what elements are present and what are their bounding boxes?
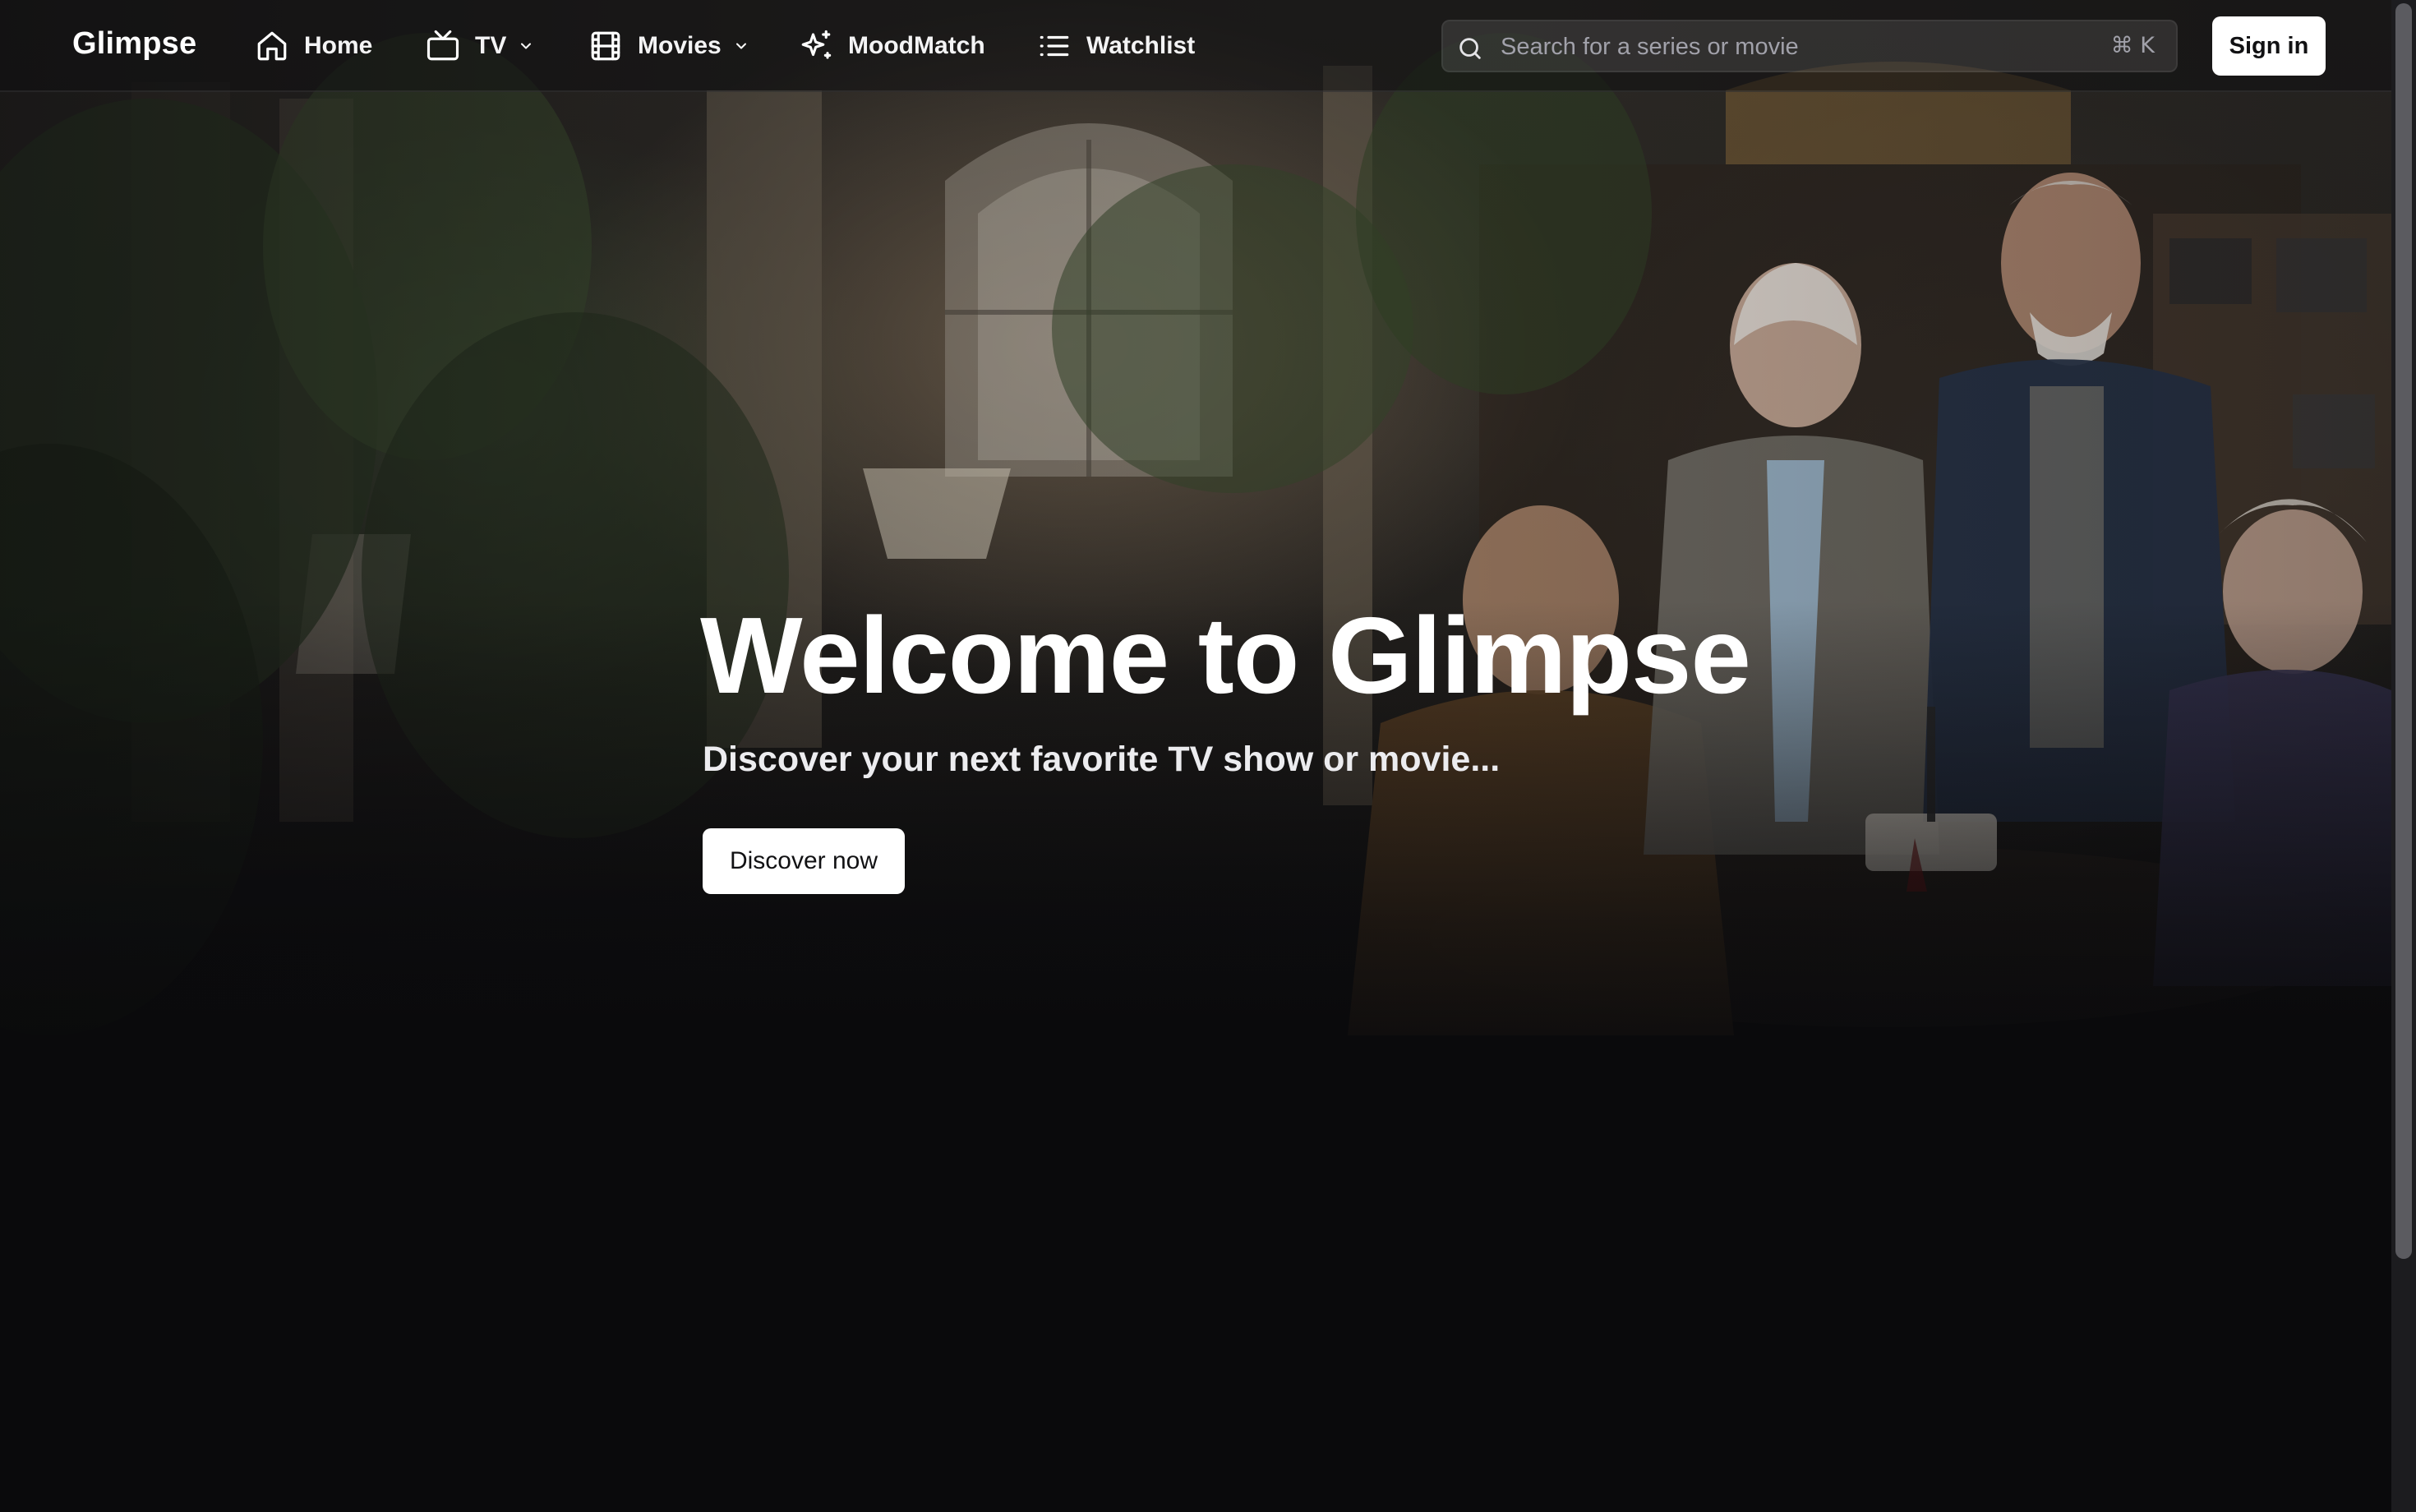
brand-logo[interactable]: Glimpse bbox=[72, 26, 196, 62]
keyboard-shortcut-hint: ⌘ K bbox=[2110, 33, 2155, 58]
page: Glimpse Home TV Movies MoodMatch Watchli… bbox=[0, 0, 2416, 1512]
nav-item-home[interactable]: Home bbox=[255, 25, 372, 67]
nav-item-label: TV bbox=[475, 32, 507, 59]
hero-subtitle: Discover your next favorite TV show or m… bbox=[703, 740, 1501, 779]
discover-now-button[interactable]: Discover now bbox=[703, 828, 905, 894]
list-icon bbox=[1040, 35, 1069, 57]
search-input[interactable] bbox=[1499, 28, 2061, 66]
film-icon bbox=[591, 31, 620, 61]
tv-icon bbox=[426, 30, 459, 61]
nav-item-movies[interactable]: Movies bbox=[588, 25, 749, 67]
nav-item-tv[interactable]: TV bbox=[426, 25, 534, 67]
search-bar[interactable]: ⌘ K bbox=[1441, 20, 2178, 72]
hero-title: Welcome to Glimpse bbox=[700, 595, 1751, 716]
sign-in-button[interactable]: Sign in bbox=[2212, 16, 2326, 76]
nav-item-label: MoodMatch bbox=[848, 32, 985, 59]
hero-backdrop-image bbox=[0, 0, 2391, 1093]
nav-item-moodmatch[interactable]: MoodMatch bbox=[799, 25, 985, 67]
scrollbar-thumb[interactable] bbox=[2395, 3, 2412, 1259]
hero-gradient-overlay bbox=[0, 0, 2391, 1093]
chevron-down-icon bbox=[521, 43, 532, 49]
nav-item-watchlist[interactable]: Watchlist bbox=[1037, 25, 1195, 67]
search-icon bbox=[1459, 38, 1481, 59]
sparkles-icon bbox=[801, 30, 832, 59]
chevron-down-icon bbox=[735, 43, 746, 49]
top-navbar: Glimpse Home TV Movies MoodMatch Watchli… bbox=[0, 0, 2391, 92]
nav-item-label: Movies bbox=[638, 32, 722, 59]
nav-item-label: Watchlist bbox=[1086, 32, 1196, 59]
nav-item-label: Home bbox=[304, 32, 373, 59]
home-icon bbox=[257, 31, 287, 61]
